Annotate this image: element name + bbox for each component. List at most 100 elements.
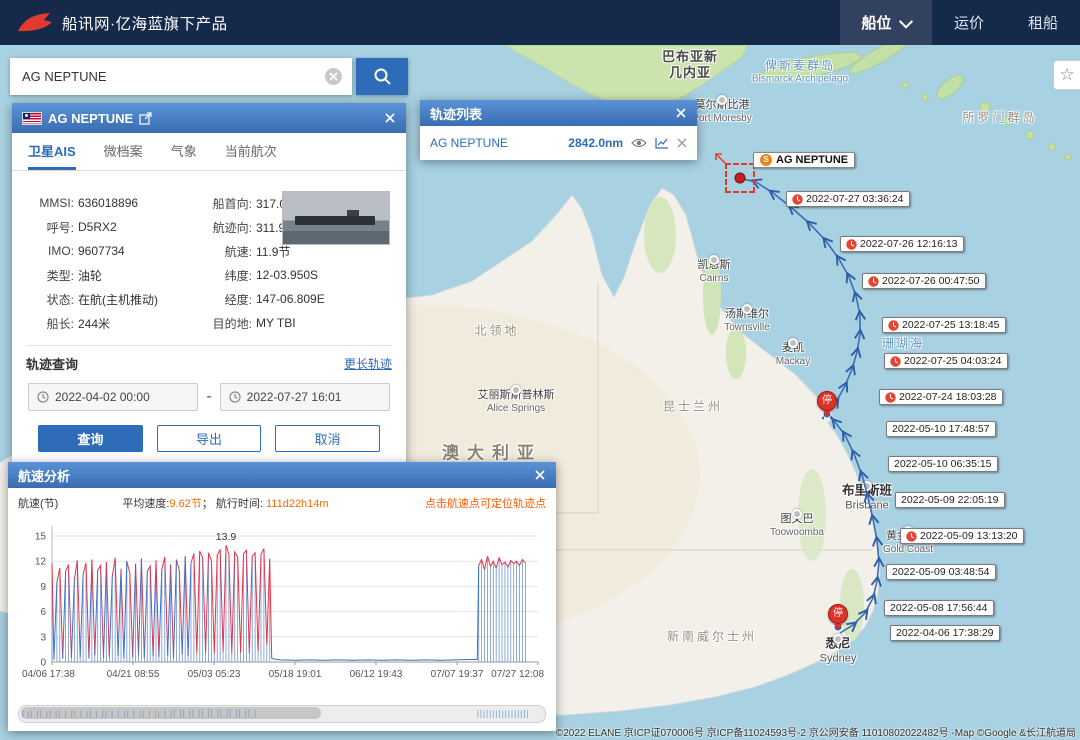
ship-panel-header: AG NEPTUNE	[12, 103, 406, 133]
track-waypoint-label[interactable]: 2022-07-26 12:16:13	[840, 236, 964, 252]
svg-text:07/07 19:37: 07/07 19:37	[431, 669, 484, 680]
track-waypoint-label[interactable]: 2022-07-27 03:36:24	[786, 191, 910, 207]
stop-marker-tail	[823, 411, 831, 417]
ship-info-panel: AG NEPTUNE 卫星AIS 微档案气象当前航次 MMSI: 636018896…	[12, 103, 406, 466]
info-row: 船长:244米	[26, 311, 204, 335]
export-button[interactable]: 导出	[157, 425, 262, 452]
track-distance: 2842.0nm	[568, 136, 623, 150]
field-value: MY TBI	[256, 316, 296, 330]
field-value: D5RX2	[78, 220, 117, 234]
ship-label-text: AG NEPTUNE	[776, 154, 848, 166]
stop-marker-tail	[834, 624, 842, 630]
stop-marker-label: 停	[828, 604, 848, 624]
tab-微档案[interactable]: 微档案	[104, 133, 143, 170]
report-time-icon	[885, 392, 896, 403]
track-waypoint-label[interactable]: 2022-05-08 17:56:44	[884, 600, 994, 616]
current-ship-label[interactable]: SAG NEPTUNE	[753, 152, 855, 168]
field-label: 类型:	[26, 267, 74, 284]
nav-item-label: 运价	[954, 12, 984, 33]
svg-text:3: 3	[40, 632, 46, 643]
tab-卫星AIS[interactable]: 卫星AIS	[28, 133, 76, 170]
info-row: 类型:油轮	[26, 263, 204, 287]
svg-text:05/03 05:23: 05/03 05:23	[188, 669, 241, 680]
field-label: 船首向:	[204, 195, 252, 212]
waypoint-timestamp: 2022-07-26 00:47:50	[882, 275, 980, 287]
nav-item-运价[interactable]: 运价	[932, 0, 1006, 45]
chart-scrollbar[interactable]	[18, 705, 546, 723]
waypoint-timestamp: 2022-05-10 06:35:15	[894, 458, 992, 470]
visibility-eye-icon[interactable]	[631, 137, 647, 149]
field-label: 船长:	[26, 315, 74, 332]
track-waypoint-label[interactable]: 2022-07-25 04:03:24	[884, 353, 1008, 369]
current-ship-position[interactable]	[735, 173, 746, 184]
svg-text:05/18 19:01: 05/18 19:01	[269, 669, 322, 680]
nav-item-船位[interactable]: 船位	[840, 0, 932, 45]
tab-当前航次[interactable]: 当前航次	[225, 133, 277, 170]
waypoint-timestamp: 2022-07-24 18:03:28	[899, 391, 997, 403]
report-time-icon	[868, 276, 879, 287]
ship-panel-tabs: 卫星AIS 微档案气象当前航次	[12, 133, 406, 171]
stop-marker[interactable]: 停	[817, 391, 837, 417]
field-value: 147-06.809E	[256, 292, 325, 306]
speed-chart-hint: 点击航速点可定位轨迹点	[425, 495, 546, 511]
cancel-button[interactable]: 取消	[275, 425, 380, 452]
stop-marker-label: 停	[817, 391, 837, 411]
svg-text:6: 6	[40, 607, 46, 618]
waypoint-timestamp: 2022-05-09 22:05:19	[901, 494, 999, 506]
svg-text:04/21 08:55: 04/21 08:55	[107, 669, 160, 680]
favorite-button[interactable]: ☆	[1053, 60, 1080, 90]
track-waypoint-label[interactable]: 2022-05-10 06:35:15	[888, 456, 998, 472]
info-row: IMO: 9607734	[26, 239, 204, 263]
track-waypoint-label[interactable]: 2022-07-26 00:47:50	[862, 273, 986, 289]
speed-chart-icon[interactable]	[655, 137, 669, 149]
close-icon[interactable]	[534, 469, 546, 481]
clear-search-icon[interactable]	[325, 68, 342, 85]
track-waypoint-label[interactable]: 2022-07-25 13:18:45	[882, 317, 1006, 333]
end-date-value: 2022-07-27 16:01	[247, 390, 342, 404]
end-date-input[interactable]: 2022-07-27 16:01	[220, 383, 390, 411]
report-time-icon	[792, 194, 803, 205]
remove-track-icon[interactable]	[677, 138, 687, 148]
chevron-down-icon	[898, 14, 912, 28]
chart-scrollbar-thumb[interactable]	[21, 707, 321, 719]
field-value: 636018896	[78, 196, 138, 210]
waypoint-timestamp: 2022-07-26 12:16:13	[860, 238, 958, 250]
query-button[interactable]: 查询	[38, 425, 143, 452]
track-waypoint-label[interactable]: 2022-05-09 22:05:19	[895, 492, 1005, 508]
ship-panel-title: AG NEPTUNE	[48, 111, 133, 126]
field-value: 9607734	[78, 244, 125, 258]
nav-item-租船[interactable]: 租船	[1006, 0, 1080, 45]
tab-气象[interactable]: 气象	[171, 133, 197, 170]
nav-item-label: 租船	[1028, 12, 1058, 33]
waypoint-timestamp: 2022-07-27 03:36:24	[806, 193, 904, 205]
field-label: 纬度:	[204, 267, 252, 284]
clock-icon	[229, 391, 241, 403]
track-waypoint-label[interactable]: 2022-05-10 17:48:57	[886, 421, 996, 437]
info-row: 状态:在航(主机推动)	[26, 287, 204, 311]
track-waypoint-label[interactable]: 2022-04-06 17:38:29	[890, 625, 1000, 641]
longer-track-link[interactable]: 更长轨迹	[344, 355, 392, 372]
track-ship-name[interactable]: AG NEPTUNE	[430, 136, 508, 150]
search-button[interactable]	[356, 58, 408, 95]
track-waypoint-label[interactable]: 2022-05-09 03:48:54	[886, 564, 996, 580]
open-profile-icon[interactable]	[139, 112, 152, 125]
info-row: 纬度:12-03.950S	[204, 263, 392, 287]
svg-text:0: 0	[40, 658, 46, 669]
field-label: MMSI:	[26, 196, 74, 210]
track-waypoint-label[interactable]: 2022-07-24 18:03:28	[879, 389, 1003, 405]
info-row: 目的地:MY TBI	[204, 311, 392, 335]
track-waypoint-label[interactable]: 2022-05-09 13:13:20	[900, 528, 1024, 544]
speed-chart[interactable]: 0369121504/06 17:3804/21 08:5505/03 05:2…	[18, 512, 546, 694]
close-icon[interactable]	[384, 112, 396, 124]
start-date-input[interactable]: 2022-04-02 00:00	[28, 383, 198, 411]
svg-text:06/12 19:43: 06/12 19:43	[350, 669, 403, 680]
field-label: IMO:	[26, 244, 74, 258]
topbar: 船讯网·亿海蓝旗下产品 船位运价租船	[0, 0, 1080, 45]
nav-item-label: 船位	[861, 12, 891, 33]
track-list-panel: 轨迹列表 AG NEPTUNE 2842.0nm	[420, 100, 697, 160]
svg-text:13.9: 13.9	[216, 531, 237, 543]
field-value: 油轮	[78, 267, 102, 284]
close-icon[interactable]	[675, 107, 687, 119]
search-input[interactable]	[10, 58, 352, 95]
stop-marker[interactable]: 停	[828, 604, 848, 630]
